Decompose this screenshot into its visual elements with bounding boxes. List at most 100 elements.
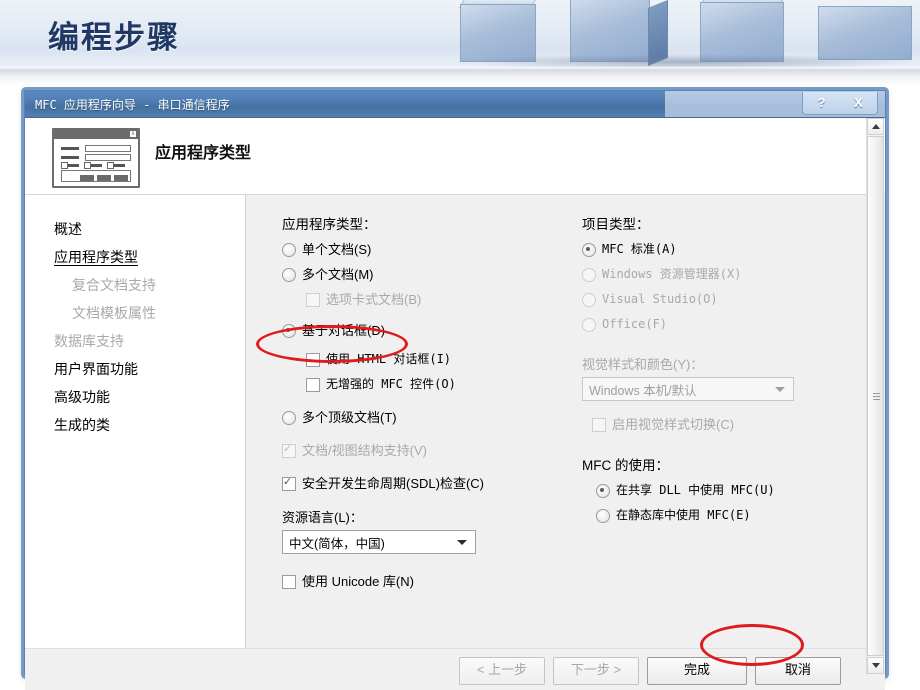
wizard-button-bar: < 上一步 下一步 > 完成 取消	[459, 657, 841, 685]
resource-language-value: 中文(简体，中国)	[289, 536, 385, 551]
radio-office[interactable]: Office(F)	[582, 317, 872, 332]
visual-style-value: Windows 本机/默认	[589, 383, 697, 398]
page-title: 编程步骤	[48, 20, 180, 56]
radio-windows-explorer[interactable]: Windows 资源管理器(X)	[582, 267, 872, 282]
radio-icon	[582, 243, 596, 257]
help-icon[interactable]: ?	[803, 93, 840, 113]
mockup-checkbox-label-1	[68, 164, 79, 167]
scrollbar-thumb[interactable]	[867, 136, 884, 656]
wizard-content-pane: 应用程序类型： 单个文档(S) 多个文档(M) 选项卡式文档(B) 基于对话框(…	[246, 195, 885, 648]
radio-dialog-based[interactable]: 基于对话框(D)	[282, 323, 572, 338]
screenshot-root: 编程步骤 MFC 应用程序向导 - 串口通信程序 ? X x 应用程序类型 概述…	[0, 0, 920, 690]
radio-use-mfc-in-static-library[interactable]: 在静态库中使用 MFC(E)	[596, 508, 872, 523]
dialog-footer: < 上一步 下一步 > 完成 取消	[25, 648, 885, 690]
wizard-nav-list: 概述 应用程序类型 复合文档支持 文档模板属性 数据库支持 用户界面功能 高级功…	[54, 215, 234, 439]
sidebar-item-database-support[interactable]: 数据库支持	[54, 327, 234, 355]
option-label: 选项卡式文档(B)	[326, 292, 422, 307]
sidebar-item-label: 概述	[54, 221, 82, 237]
radio-icon	[282, 243, 296, 257]
back-button[interactable]: < 上一步	[459, 657, 545, 685]
cube-shadow	[450, 54, 920, 70]
sidebar-item-generated-classes[interactable]: 生成的类	[54, 411, 234, 439]
slide-header-band: 编程步骤	[0, 0, 920, 70]
resource-language-combobox[interactable]: 中文(简体，中国)	[282, 530, 476, 554]
mockup-titlebar: x	[54, 130, 138, 139]
radio-icon	[282, 268, 296, 282]
mockup-checkbox-label-2	[91, 164, 102, 167]
radio-icon	[582, 268, 596, 282]
mfc-wizard-dialog: MFC 应用程序向导 - 串口通信程序 ? X x 应用程序类型 概述 应用程序…	[24, 90, 886, 690]
header-shadow	[0, 70, 920, 86]
vertical-scrollbar[interactable]	[866, 118, 884, 674]
sidebar-item-application-type[interactable]: 应用程序类型	[54, 243, 234, 271]
application-type-group: 应用程序类型： 单个文档(S) 多个文档(M) 选项卡式文档(B) 基于对话框(…	[282, 213, 572, 599]
application-type-group-label: 应用程序类型：	[282, 217, 377, 232]
dialog-banner: x 应用程序类型	[25, 118, 885, 195]
option-label: 多个文档(M)	[302, 267, 374, 282]
resource-language-label: 资源语言(L)：	[282, 510, 363, 525]
radio-mfc-standard[interactable]: MFC 标准(A)	[582, 242, 872, 257]
radio-multiple-top-level-documents[interactable]: 多个顶级文档(T)	[282, 410, 572, 425]
sidebar-item-advanced-features[interactable]: 高级功能	[54, 383, 234, 411]
visual-style-combobox[interactable]: Windows 本机/默认	[582, 377, 794, 401]
chevron-down-icon	[457, 540, 467, 545]
sidebar-item-compound-document-support[interactable]: 复合文档支持	[54, 271, 234, 299]
mockup-button-1	[80, 175, 94, 181]
dialog-titlebar[interactable]: MFC 应用程序向导 - 串口通信程序 ? X	[25, 91, 885, 118]
radio-single-document[interactable]: 单个文档(S)	[282, 242, 572, 257]
mockup-label-1	[61, 147, 79, 150]
checkbox-no-enhanced-mfc-controls[interactable]: 无增强的 MFC 控件(O)	[306, 377, 572, 392]
checkbox-tabbed-documents[interactable]: 选项卡式文档(B)	[306, 292, 572, 307]
sidebar-item-label: 高级功能	[54, 389, 110, 405]
option-label: 安全开发生命周期(SDL)检查(C)	[302, 476, 484, 491]
sidebar-item-user-interface-features[interactable]: 用户界面功能	[54, 355, 234, 383]
scrollbar-grip-icon	[873, 393, 880, 402]
option-label: 文档/视图结构支持(V)	[302, 443, 427, 458]
checkbox-use-html-dialog[interactable]: 使用 HTML 对话框(I)	[306, 352, 572, 367]
radio-multiple-documents[interactable]: 多个文档(M)	[282, 267, 572, 282]
dialog-title-text: MFC 应用程序向导 - 串口通信程序	[35, 98, 230, 112]
checkbox-sdl-checks[interactable]: 安全开发生命周期(SDL)检查(C)	[282, 475, 572, 491]
mockup-checkbox-1	[61, 162, 68, 169]
chevron-down-icon	[775, 387, 785, 392]
mockup-label-2	[61, 156, 79, 159]
visual-style-label: 视觉样式和颜色(Y)：	[582, 357, 704, 372]
mockup-button-2	[97, 175, 111, 181]
radio-icon	[596, 509, 610, 523]
project-type-group: 项目类型： MFC 标准(A) Windows 资源管理器(X) Visual …	[582, 213, 872, 533]
option-label: 多个顶级文档(T)	[302, 410, 397, 425]
next-button[interactable]: 下一步 >	[553, 657, 639, 685]
finish-button[interactable]: 完成	[647, 657, 747, 685]
radio-use-mfc-in-shared-dll[interactable]: 在共享 DLL 中使用 MFC(U)	[596, 483, 872, 498]
mockup-field-2	[85, 154, 131, 161]
sidebar-item-label: 用户界面功能	[54, 361, 138, 377]
sidebar-item-label: 生成的类	[54, 417, 110, 433]
sidebar-item-overview[interactable]: 概述	[54, 215, 234, 243]
sidebar-item-document-template-properties[interactable]: 文档模板属性	[54, 299, 234, 327]
radio-icon	[282, 324, 296, 338]
scroll-down-arrow-icon[interactable]	[867, 657, 884, 674]
radio-icon	[596, 484, 610, 498]
checkbox-enable-visual-style-switching[interactable]: 启用视觉样式切换(C)	[592, 417, 872, 432]
checkbox-icon	[306, 293, 320, 307]
option-label: 无增强的 MFC 控件(O)	[326, 377, 456, 391]
option-label: 基于对话框(D)	[302, 323, 386, 338]
checkbox-use-unicode-libraries[interactable]: 使用 Unicode 库(N)	[282, 574, 572, 589]
dialog-body: 概述 应用程序类型 复合文档支持 文档模板属性 数据库支持 用户界面功能 高级功…	[25, 195, 885, 648]
option-label: Windows 资源管理器(X)	[602, 267, 742, 281]
checkbox-icon	[592, 418, 606, 432]
checkbox-document-view-architecture-support[interactable]: 文档/视图结构支持(V)	[282, 442, 572, 458]
mockup-field-1	[85, 145, 131, 152]
close-icon[interactable]: X	[840, 93, 877, 113]
scroll-up-arrow-icon[interactable]	[867, 118, 884, 135]
decorative-cubes-graphic	[450, 0, 920, 70]
banner-heading: 应用程序类型	[155, 145, 252, 162]
radio-visual-studio[interactable]: Visual Studio(O)	[582, 292, 872, 307]
window-buttons-group: ? X	[802, 92, 878, 115]
mockup-checkbox-label-3	[114, 164, 125, 167]
radio-icon	[582, 293, 596, 307]
sidebar-item-label: 复合文档支持	[72, 277, 156, 293]
cancel-button[interactable]: 取消	[755, 657, 841, 685]
option-label: 在静态库中使用 MFC(E)	[616, 508, 751, 522]
project-type-group-label: 项目类型：	[582, 217, 650, 232]
